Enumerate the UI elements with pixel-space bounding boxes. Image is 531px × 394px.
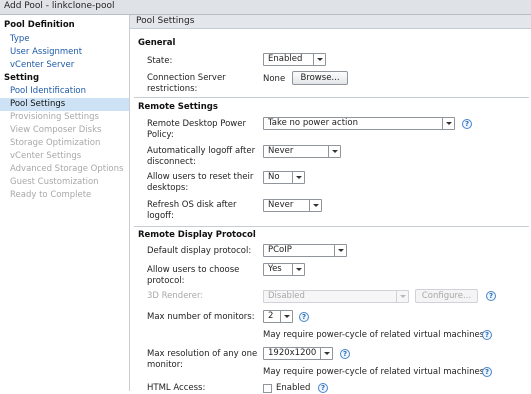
html-access-checkbox[interactable] bbox=[263, 384, 272, 393]
sidebar-item-ready-to-complete: Ready to Complete bbox=[10, 190, 92, 200]
connection-server-restrictions-value: None bbox=[263, 74, 286, 84]
window-title: Add Pool - linkclone-pool bbox=[4, 1, 115, 11]
chevron-down-icon bbox=[320, 348, 332, 359]
power-cycle-note: May require power-cycle of related virtu… bbox=[263, 330, 485, 340]
max-monitors-value: 2 bbox=[268, 311, 274, 321]
state-select-value: Enabled bbox=[268, 54, 303, 64]
rd-power-policy-label: Remote Desktop Power Policy: bbox=[147, 119, 246, 140]
allow-reset-value: No bbox=[268, 172, 280, 182]
section-heading-remote-settings: Remote Settings bbox=[138, 102, 218, 112]
window-title-bar: Add Pool - linkclone-pool bbox=[0, 0, 531, 15]
panel-header: Pool Settings bbox=[130, 15, 531, 29]
allow-choose-protocol-select[interactable]: Yes bbox=[263, 263, 305, 276]
sidebar-item-pool-settings[interactable]: Pool Settings bbox=[0, 98, 129, 111]
sidebar-heading-setting: Setting bbox=[4, 73, 40, 83]
sidebar-heading-pool-definition: Pool Definition bbox=[4, 20, 75, 30]
sidebar-item-vcenter-settings: vCenter Settings bbox=[10, 151, 82, 161]
max-resolution-select[interactable]: 1920x1200 bbox=[263, 347, 333, 360]
auto-logoff-select[interactable]: Never bbox=[263, 145, 341, 158]
max-resolution-value: 1920x1200 bbox=[268, 348, 317, 358]
help-icon[interactable]: ? bbox=[340, 349, 350, 359]
allow-choose-protocol-label: Allow users to choose protocol: bbox=[147, 265, 240, 286]
pool-settings-panel: Pool Settings General State: Enabled Con… bbox=[130, 15, 531, 393]
panel-title: Pool Settings bbox=[136, 16, 195, 26]
chevron-down-icon bbox=[313, 54, 325, 65]
allow-reset-select[interactable]: No bbox=[263, 171, 305, 184]
default-protocol-label: Default display protocol: bbox=[147, 246, 252, 256]
sidebar-item-vcenter-server[interactable]: vCenter Server bbox=[0, 59, 129, 72]
renderer-select: Disabled bbox=[263, 290, 409, 303]
help-icon[interactable]: ? bbox=[482, 367, 492, 377]
browse-button[interactable]: Browse... bbox=[292, 71, 348, 85]
section-heading-general: General bbox=[138, 38, 176, 48]
configure-button: Configure... bbox=[415, 289, 478, 303]
sidebar-item-user-assignment[interactable]: User Assignment bbox=[0, 46, 129, 59]
renderer-label: 3D Renderer: bbox=[147, 291, 204, 301]
refresh-os-disk-label: Refresh OS disk after logoff: bbox=[147, 200, 237, 221]
help-icon[interactable]: ? bbox=[299, 312, 309, 322]
chevron-down-icon bbox=[309, 200, 321, 211]
help-icon[interactable]: ? bbox=[318, 383, 328, 393]
section-heading-remote-display-protocol: Remote Display Protocol bbox=[138, 230, 256, 240]
sidebar-item-type[interactable]: Type bbox=[0, 33, 129, 46]
allow-reset-label: Allow users to reset their desktops: bbox=[147, 172, 254, 193]
chevron-down-icon bbox=[292, 172, 304, 183]
help-icon[interactable]: ? bbox=[482, 330, 492, 340]
connection-server-restrictions-label: Connection Server restrictions: bbox=[147, 73, 226, 94]
html-access-label: HTML Access: bbox=[147, 383, 206, 393]
sidebar-item-guest-customization: Guest Customization bbox=[10, 177, 99, 187]
help-icon[interactable]: ? bbox=[486, 291, 496, 301]
section-divider bbox=[134, 226, 529, 227]
chevron-down-icon bbox=[334, 245, 346, 256]
renderer-value: Disabled bbox=[268, 291, 305, 301]
sidebar-item-advanced-storage-options: Advanced Storage Options bbox=[10, 164, 124, 174]
power-cycle-note: May require power-cycle of related virtu… bbox=[263, 367, 485, 377]
default-protocol-value: PCoIP bbox=[268, 245, 292, 255]
section-divider bbox=[134, 97, 529, 98]
auto-logoff-label: Automatically logoff after disconnect: bbox=[147, 146, 256, 167]
state-label: State: bbox=[147, 56, 173, 66]
chevron-down-icon bbox=[442, 118, 454, 129]
rd-power-policy-select[interactable]: Take no power action bbox=[263, 117, 455, 130]
max-monitors-label: Max number of monitors: bbox=[147, 312, 255, 322]
sidebar-item-storage-optimization: Storage Optimization bbox=[10, 138, 101, 148]
rd-power-policy-value: Take no power action bbox=[268, 118, 358, 128]
refresh-os-disk-value: Never bbox=[268, 200, 294, 210]
chevron-down-icon bbox=[396, 291, 408, 302]
auto-logoff-value: Never bbox=[268, 146, 294, 156]
help-icon[interactable]: ? bbox=[462, 119, 472, 129]
chevron-down-icon bbox=[328, 146, 340, 157]
max-resolution-label: Max resolution of any one monitor: bbox=[147, 349, 258, 370]
refresh-os-disk-select[interactable]: Never bbox=[263, 199, 322, 212]
state-select[interactable]: Enabled bbox=[263, 53, 326, 66]
default-protocol-select[interactable]: PCoIP bbox=[263, 244, 347, 257]
sidebar-item-provisioning-settings: Provisioning Settings bbox=[10, 112, 99, 122]
sidebar-item-view-composer-disks: View Composer Disks bbox=[10, 125, 102, 135]
sidebar-item-pool-identification[interactable]: Pool Identification bbox=[0, 85, 129, 98]
html-access-checkbox-label: Enabled bbox=[276, 383, 311, 393]
chevron-down-icon bbox=[280, 311, 292, 322]
chevron-down-icon bbox=[292, 264, 304, 275]
wizard-sidebar: Pool Definition Type User Assignment vCe… bbox=[0, 15, 130, 391]
max-monitors-select[interactable]: 2 bbox=[263, 310, 293, 323]
allow-choose-protocol-value: Yes bbox=[268, 264, 282, 274]
